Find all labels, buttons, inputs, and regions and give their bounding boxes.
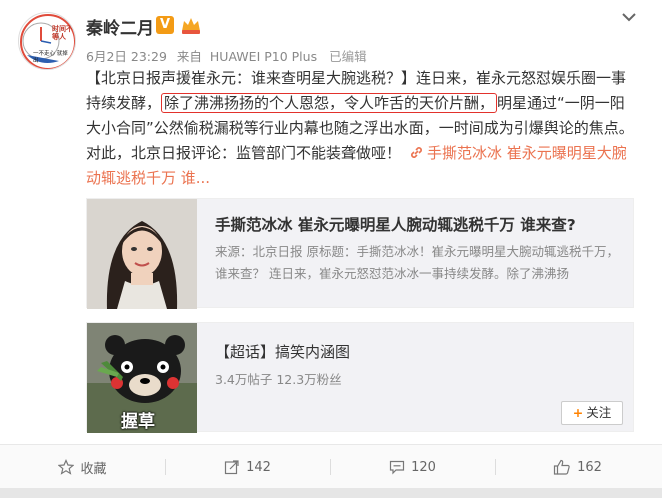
post-meta: 6月2日 23:29 来自 HUAWEI P10 Plus 已编辑: [86, 46, 367, 65]
avatar[interactable]: 时间不等人 一不走心 就掉出: [18, 12, 76, 70]
comment-button[interactable]: 120: [330, 445, 495, 489]
edited-label[interactable]: 已编辑: [329, 49, 367, 64]
plus-icon: +: [572, 405, 584, 420]
article-card[interactable]: 手撕范冰冰 崔永元曝明星人腕动辄逃税千万 谁来查? 来源：北京日报 原标题：手撕…: [86, 198, 634, 309]
topic-thumb-caption: 握草: [121, 412, 155, 432]
bottom-strip: [0, 488, 662, 498]
comment-icon: [389, 460, 405, 475]
source-prefix: 来自: [176, 49, 202, 64]
comment-count: 120: [411, 459, 436, 475]
repost-button[interactable]: 142: [165, 445, 330, 489]
article-title[interactable]: 手撕范冰冰 崔永元曝明星人腕动辄逃税千万 谁来查?: [215, 213, 576, 235]
follow-button[interactable]: + 关注: [561, 401, 623, 425]
article-thumbnail: [87, 199, 197, 309]
source-device[interactable]: HUAWEI P10 Plus: [210, 49, 317, 64]
weibo-post-card: 时间不等人 一不走心 就掉出 秦岭二月 V 6月2日 23:29 来自 HUAW…: [0, 0, 662, 498]
like-button[interactable]: 162: [495, 445, 660, 489]
verified-icon: V: [156, 16, 174, 34]
chevron-down-icon[interactable]: [620, 10, 638, 24]
post-text: 【北京日报声援崔永元：谁来查明星大腕逃税？】连日来，崔永元怒怼娱乐圈一事持续发酵…: [86, 66, 638, 191]
favorite-label: 收藏: [80, 461, 107, 477]
topic-stats: 3.4万帖子 12.3万粉丝: [215, 372, 342, 387]
like-count: 162: [577, 459, 602, 475]
repost-count: 142: [246, 459, 271, 475]
topic-title[interactable]: 【超话】搞笑内涵图: [215, 341, 350, 362]
avatar-text-top: 时间不等人: [52, 25, 73, 41]
topic-thumbnail: 握草: [87, 323, 197, 433]
post-date[interactable]: 6月2日 23:29: [86, 49, 167, 64]
crown-icon: [182, 18, 200, 34]
thumbs-up-icon: [553, 459, 570, 475]
repost-icon: [224, 460, 239, 475]
topic-card[interactable]: 握草 【超话】搞笑内涵图 3.4万帖子 12.3万粉丝 + 关注: [86, 322, 634, 433]
favorite-button[interactable]: 收藏: [0, 445, 165, 489]
star-icon: [58, 459, 75, 475]
username[interactable]: 秦岭二月: [86, 14, 154, 39]
link-icon: [411, 147, 422, 158]
action-bar: 收藏 142 120 162: [0, 444, 662, 488]
follow-label: 关注: [586, 405, 612, 420]
highlighted-text: 除了沸沸扬扬的个人恩怨，令人咋舌的天价片酬，: [161, 93, 498, 113]
avatar-text-bottom: 一不走心 就掉出: [33, 51, 68, 64]
article-description: 来源：北京日报 原标题：手撕范冰冰！崔永元曝明星大腕动辄逃税千万，谁来查？ 连日…: [215, 244, 619, 281]
